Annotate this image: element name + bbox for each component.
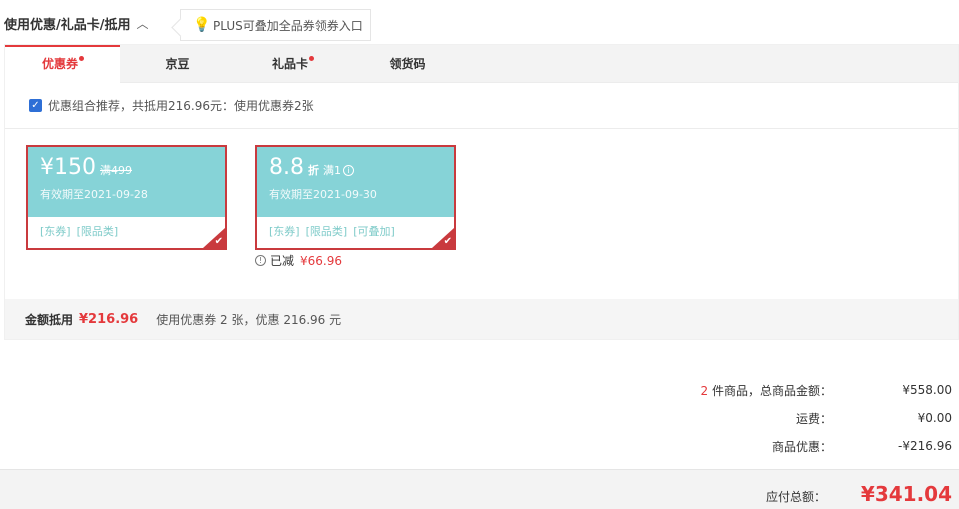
coupon-tags: [东券] [限品类] [可叠加] xyxy=(257,217,454,239)
combo-recommendation: ✓ 优惠组合推荐，共抵用216.96元：使用优惠券2张 xyxy=(5,83,958,129)
discount-label: 商品优惠： xyxy=(771,439,832,454)
check-icon: ✔ xyxy=(214,236,223,247)
coupon-validity: 有效期至2021-09-28 xyxy=(40,188,148,201)
order-totals: 2 件商品，总商品金额： ¥558.00 运费： ¥0.00 商品优惠： -¥2… xyxy=(652,376,952,460)
coupon-amount: 8.8 xyxy=(269,155,304,180)
coupon-face: ¥150 满499 有效期至2021-09-28 xyxy=(28,147,225,217)
payable-value: ¥341.04 xyxy=(860,482,952,506)
coupon-tag: [东券] xyxy=(269,225,300,238)
plus-coupon-entry[interactable]: 💡 PLUS可叠加全品券领券入口 xyxy=(180,9,371,41)
reduced-label: 已减 xyxy=(270,254,295,268)
coupon-validity: 有效期至2021-09-30 xyxy=(269,188,377,201)
summary-label: 金额抵用 xyxy=(25,312,74,327)
tab-gift-card[interactable]: 礼品卡 xyxy=(235,45,350,83)
reduced-value: ¥66.96 xyxy=(300,253,343,268)
reduced-amount: ! 已减 ¥66.96 xyxy=(255,252,342,269)
coupon-discount-unit: 折 xyxy=(308,164,319,177)
coupon-tabs: 优惠券 京豆 礼品卡 领货码 xyxy=(5,45,958,84)
coupon-section-header: 使用优惠/礼品卡/抵用 ︿ xyxy=(4,0,149,46)
chevron-up-icon[interactable]: ︿ xyxy=(137,15,149,32)
coupon-amount: ¥150 xyxy=(40,155,96,180)
items-label: 件商品，总商品金额： xyxy=(711,383,832,398)
items-count: 2 xyxy=(700,383,709,398)
info-icon: ! xyxy=(255,255,266,266)
info-icon[interactable]: i xyxy=(343,165,354,176)
discount-value: -¥216.96 xyxy=(898,439,952,453)
coupon-condition: 满499 xyxy=(100,164,132,177)
tab-label: 礼品卡 xyxy=(271,57,308,71)
totals-row-shipping: 运费： ¥0.00 xyxy=(652,404,952,432)
payable-bar: 应付总额： ¥341.04 xyxy=(0,469,959,509)
lightbulb-icon: 💡 xyxy=(193,17,211,33)
totals-row-discount: 商品优惠： -¥216.96 xyxy=(652,432,952,460)
combo-text: 优惠组合推荐，共抵用216.96元：使用优惠券2张 xyxy=(48,99,314,113)
deduction-summary: 金额抵用 ¥216.96 使用优惠券 2 张，优惠 216.96 元 xyxy=(5,299,958,339)
shipping-label: 运费： xyxy=(795,411,832,426)
items-value: ¥558.00 xyxy=(902,383,952,397)
coupon-tag: [限品类] xyxy=(305,225,348,238)
check-icon: ✔ xyxy=(443,236,452,247)
tab-label: 优惠券 xyxy=(41,57,78,71)
tab-label: 京豆 xyxy=(165,57,190,71)
coupon-tags: [东券] [限品类] xyxy=(28,217,225,239)
summary-amount: ¥216.96 xyxy=(79,311,139,327)
shipping-value: ¥0.00 xyxy=(917,411,952,425)
coupon-card[interactable]: 8.8 折满1 i 有效期至2021-09-30 [东券] [限品类] [可叠加] ✔ xyxy=(255,145,456,250)
payable-label: 应付总额： xyxy=(765,490,826,504)
coupon-condition: 满1 xyxy=(323,164,341,177)
summary-description: 使用优惠券 2 张，优惠 216.96 元 xyxy=(156,312,342,327)
plus-tip-text: PLUS可叠加全品券领券入口 xyxy=(213,18,363,33)
totals-row-items: 2 件商品，总商品金额： ¥558.00 xyxy=(652,376,952,404)
coupon-panel: 优惠券 京豆 礼品卡 领货码 ✓ 优惠组合推荐，共抵用216.96元：使用优惠券… xyxy=(4,44,959,340)
tab-redeem-code[interactable]: 领货码 xyxy=(350,45,465,83)
coupon-tag: [东券] xyxy=(40,225,71,238)
coupon-tag: [可叠加] xyxy=(353,225,395,238)
tab-coupons[interactable]: 优惠券 xyxy=(5,45,120,84)
coupon-card[interactable]: ¥150 满499 有效期至2021-09-28 [东券] [限品类] ✔ xyxy=(26,145,227,250)
tab-jingdou[interactable]: 京豆 xyxy=(120,45,235,83)
combo-checkbox[interactable]: ✓ xyxy=(29,99,42,112)
section-title: 使用优惠/礼品卡/抵用 xyxy=(4,17,131,33)
coupon-face: 8.8 折满1 i 有效期至2021-09-30 xyxy=(257,147,454,217)
coupon-tag: [限品类] xyxy=(76,225,119,238)
tab-label: 领货码 xyxy=(389,57,426,71)
